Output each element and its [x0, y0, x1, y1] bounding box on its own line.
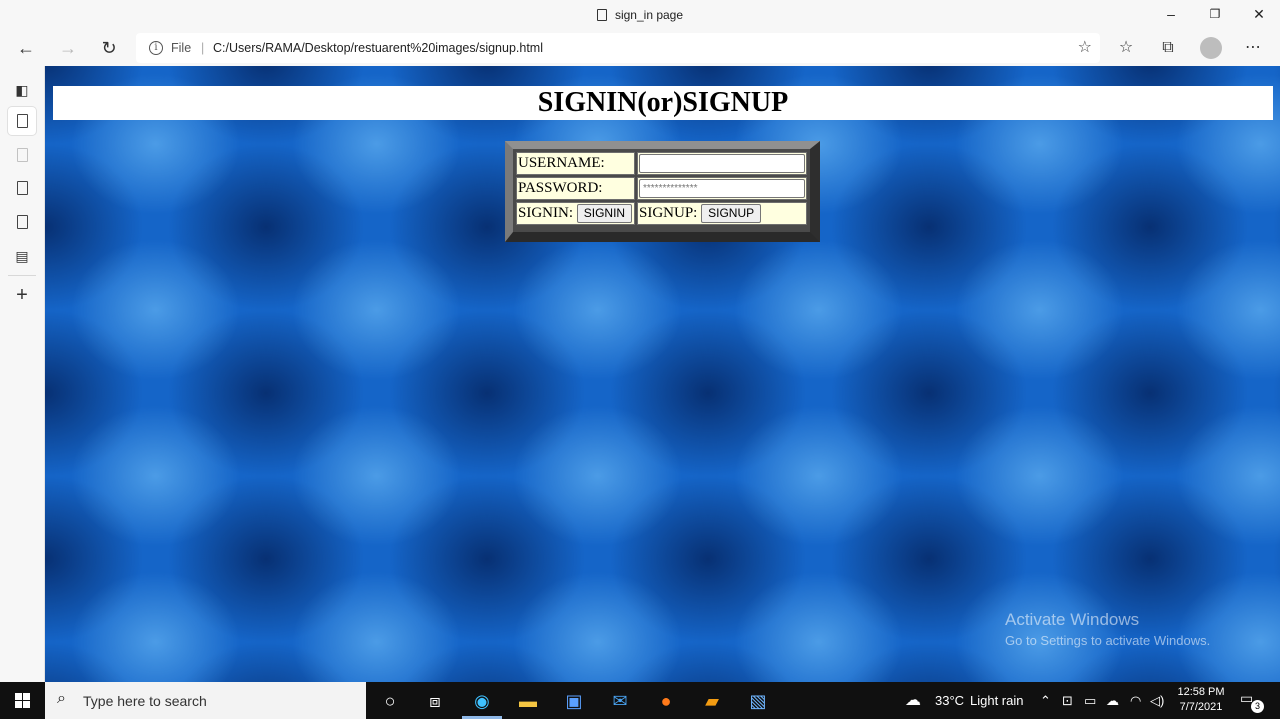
tab-page[interactable] — [8, 141, 36, 169]
task-view-icon[interactable]: ⧈ — [420, 686, 450, 716]
tab-divider — [8, 275, 36, 276]
window-title: sign_in page — [0, 8, 1280, 22]
page-title: SIGNIN(or)SIGNUP — [53, 86, 1273, 120]
onedrive-icon[interactable]: ☁ — [1106, 682, 1119, 719]
cortana-icon[interactable]: ○ — [375, 686, 405, 716]
weather-desc[interactable]: Light rain — [970, 682, 1023, 719]
store-icon[interactable]: ▣ — [559, 686, 589, 716]
search-icon: ⌕ — [57, 690, 66, 707]
weather-icon[interactable]: ☁ — [905, 682, 921, 719]
minimize-button[interactable]: – — [1148, 0, 1194, 30]
signin-cell: SIGNIN: SIGNIN — [516, 202, 635, 225]
browser-toolbar: ← → ↻ i File | C:/Users/RAMA/Desktop/res… — [0, 30, 1280, 66]
activation-watermark: Activate Windows Go to Settings to activ… — [1005, 610, 1210, 648]
battery-icon[interactable]: ▭ — [1084, 682, 1096, 719]
page-icon — [596, 9, 607, 21]
windows-logo-icon — [15, 701, 22, 708]
signup-button[interactable]: SIGNUP — [701, 204, 762, 223]
username-cell — [637, 152, 807, 175]
windows-logo-icon — [15, 693, 22, 700]
signup-cell: SIGNUP: SIGNUP — [637, 202, 807, 225]
add-favorite-icon[interactable]: ☆ — [1078, 37, 1092, 57]
actions-row: SIGNIN: SIGNIN SIGNUP: SIGNUP — [516, 202, 807, 225]
meet-now-icon[interactable]: ⊡ — [1062, 682, 1073, 719]
signup-label: SIGNUP: — [639, 204, 698, 221]
mail-icon[interactable]: ✉ — [605, 686, 635, 716]
more-menu-icon[interactable]: ⋯ — [1240, 36, 1266, 60]
username-label: USERNAME: — [516, 152, 635, 175]
notification-badge: 3 — [1251, 700, 1264, 713]
signin-button[interactable]: SIGNIN — [576, 204, 633, 223]
weather-temp[interactable]: 33°C — [935, 682, 964, 719]
windows-logo-icon — [23, 701, 30, 708]
tab-active-page[interactable] — [8, 107, 36, 135]
tab-page[interactable] — [8, 208, 36, 236]
refresh-icon[interactable]: ↻ — [95, 34, 123, 62]
favorites-icon[interactable]: ☆ — [1113, 36, 1139, 60]
collections-icon[interactable]: ⧉ — [1155, 36, 1181, 60]
page-gear-icon — [16, 181, 28, 195]
browser-title-bar: sign_in page – ❐ ✕ — [0, 0, 1280, 30]
volume-icon[interactable]: ◁) — [1150, 682, 1164, 719]
password-label: PASSWORD: — [516, 177, 635, 200]
notification-center-icon[interactable]: ▭ 3 — [1240, 690, 1264, 713]
login-form: USERNAME: PASSWORD: SIGNIN: SIGNIN SIGNU… — [505, 141, 820, 242]
scheme-label: File — [171, 41, 192, 55]
page-icon — [16, 148, 28, 162]
sublime-text-icon[interactable]: ▰ — [697, 686, 727, 716]
edge-browser-icon[interactable]: ◉ — [467, 686, 497, 716]
page-icon — [16, 215, 28, 229]
taskbar-search[interactable]: ⌕ Type here to search — [45, 682, 366, 719]
tab-actions-icon[interactable]: ◧ — [8, 76, 36, 104]
watermark-line1: Activate Windows — [1005, 610, 1140, 629]
info-icon[interactable]: i — [149, 41, 163, 55]
url-text[interactable]: C:/Users/RAMA/Desktop/restuarent%20image… — [213, 41, 543, 55]
password-cell — [637, 177, 807, 200]
start-button[interactable] — [0, 682, 44, 719]
system-clock[interactable]: 12:58 PM 7/7/2021 — [1168, 685, 1234, 715]
address-bar[interactable]: i File | C:/Users/RAMA/Desktop/restuaren… — [136, 33, 1100, 63]
clock-date: 7/7/2021 — [1179, 701, 1223, 713]
vertical-tab-strip: ◧ ▤ + — [0, 66, 45, 682]
login-table: USERNAME: PASSWORD: SIGNIN: SIGNIN SIGNU… — [514, 150, 809, 227]
password-row: PASSWORD: — [516, 177, 807, 200]
taskbar: ⌕ Type here to search ○ ⧈ ◉ ▬ ▣ ✉ ● ▰ ▧ … — [0, 682, 1280, 719]
windows-logo-icon — [23, 693, 30, 700]
tab-form-page[interactable]: ▤ — [8, 242, 36, 270]
file-explorer-icon[interactable]: ▬ — [513, 686, 543, 716]
signin-label: SIGNIN: — [518, 204, 573, 221]
firefox-icon[interactable]: ● — [651, 686, 681, 716]
chevron-up-icon[interactable]: ⌃ — [1040, 682, 1051, 719]
search-placeholder: Type here to search — [83, 693, 207, 709]
password-input[interactable] — [639, 179, 805, 198]
wifi-icon[interactable]: ◠ — [1130, 682, 1141, 719]
username-row: USERNAME: — [516, 152, 807, 175]
username-input[interactable] — [639, 154, 805, 173]
address-separator: | — [201, 41, 205, 55]
close-button[interactable]: ✕ — [1236, 0, 1280, 30]
page-content: SIGNIN(or)SIGNUP USERNAME: PASSWORD: SIG… — [45, 66, 1280, 682]
photos-icon[interactable]: ▧ — [743, 686, 773, 716]
new-tab-icon[interactable]: + — [8, 281, 36, 309]
watermark-line2: Go to Settings to activate Windows. — [1005, 633, 1211, 648]
profile-avatar[interactable] — [1200, 37, 1222, 59]
tab-settings-page[interactable] — [8, 174, 36, 202]
page-icon — [16, 114, 28, 128]
forward-arrow-icon[interactable]: → — [54, 34, 82, 62]
clock-time: 12:58 PM — [1177, 686, 1225, 698]
back-arrow-icon[interactable]: ← — [12, 34, 40, 62]
maximize-button[interactable]: ❐ — [1192, 0, 1238, 30]
